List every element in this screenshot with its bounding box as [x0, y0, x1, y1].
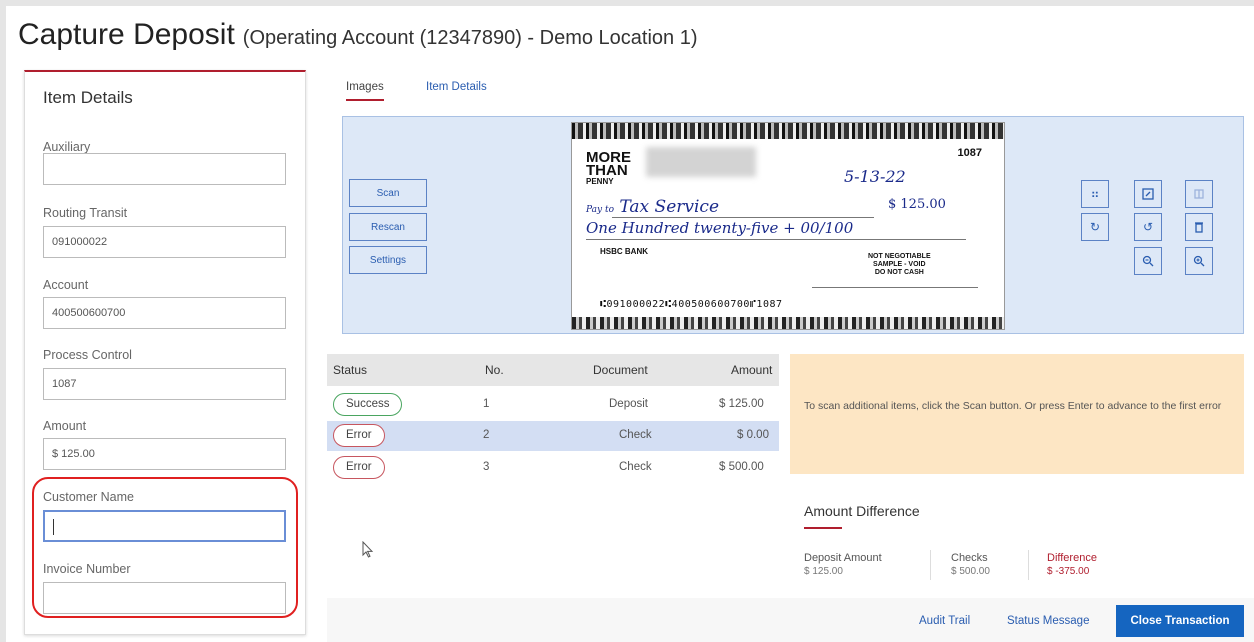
checks-value: $ 500.00 [951, 566, 990, 577]
check-scan-noise-top [572, 123, 1004, 139]
audit-trail-link[interactable]: Audit Trail [919, 615, 970, 627]
amount-input[interactable]: $ 125.00 [43, 438, 286, 470]
status-message-box: To scan additional items, click the Scan… [790, 354, 1244, 474]
deposit-amount-summary: Deposit Amount $ 125.00 [804, 552, 882, 578]
auxiliary-input[interactable] [43, 153, 286, 185]
row-document: Check [619, 461, 652, 473]
check-void-stamp: NOT NEGOTIABLE SAMPLE - VOID DO NOT CASH [868, 253, 931, 277]
status-badge: Success [333, 393, 403, 416]
item-details-heading: Item Details [43, 88, 133, 107]
auxiliary-label: Auxiliary [43, 140, 91, 154]
expand-icon[interactable] [1134, 180, 1162, 208]
check-amount: $ 125.00 [888, 197, 946, 212]
col-no: No. [485, 363, 504, 377]
col-status: Status [333, 363, 368, 377]
row-number: 2 [483, 429, 490, 441]
tab-images[interactable]: Images [346, 81, 384, 101]
difference-value: $ -375.00 [1047, 566, 1090, 577]
col-document: Document [593, 363, 648, 377]
check-logo: MORE THAN PENNY [586, 149, 631, 186]
row-number: 3 [483, 461, 490, 473]
check-amount-words: One Hundred twenty-five + 00/100 [586, 219, 854, 237]
checks-label: Checks [951, 552, 988, 564]
delete-icon[interactable] [1185, 213, 1213, 241]
void-line-2: SAMPLE - VOID [873, 261, 926, 268]
fit-icon[interactable]: ⠶ [1081, 180, 1109, 208]
table-row[interactable]: Error 2 Check $ 0.00 [327, 421, 779, 451]
rotate-right-icon[interactable]: ↻ [1081, 213, 1109, 241]
table-row[interactable]: Error 3 Check $ 500.00 [327, 453, 779, 483]
rotate-left-icon[interactable]: ↺ [1134, 213, 1162, 241]
rescan-button[interactable]: Rescan [349, 213, 427, 241]
check-bank-name: HSBC BANK [600, 247, 648, 256]
table-row[interactable]: Success 1 Deposit $ 125.00 [327, 390, 779, 420]
difference-label: Difference [1047, 552, 1097, 564]
check-image: MORE THAN PENNY 1087 5-13-22 Pay to Tax … [571, 122, 1005, 330]
check-micr-line: ⑆091000022⑆400500600700⑈1087 [600, 299, 783, 310]
row-amount: $ 0.00 [737, 429, 769, 441]
check-pay-to-prefix: Pay to [586, 205, 614, 215]
row-amount: $ 500.00 [719, 461, 764, 473]
status-badge: Error [333, 456, 385, 479]
void-line-1: NOT NEGOTIABLE [868, 253, 931, 260]
deposit-amount-value: $ 125.00 [804, 566, 843, 577]
items-table-header: Status No. Document Amount [327, 354, 779, 386]
check-payee-line [612, 217, 874, 218]
amount-difference-title: Amount Difference [804, 503, 920, 519]
page-subtitle: (Operating Account (12347890) - Demo Loc… [242, 27, 698, 49]
row-amount: $ 125.00 [719, 398, 764, 410]
void-line-3: DO NOT CASH [874, 269, 924, 276]
footer-bar [327, 598, 1254, 642]
tab-item-details[interactable]: Item Details [426, 81, 487, 93]
scanner-area: Scan Rescan Settings MORE THAN PENNY 108… [342, 116, 1244, 334]
page-title: Capture Deposit (Operating Account (12347… [18, 18, 698, 52]
difference-summary: Difference $ -375.00 [1047, 552, 1097, 578]
process-control-label: Process Control [43, 348, 132, 362]
row-number: 1 [483, 398, 490, 410]
zoom-out-icon[interactable] [1134, 247, 1162, 275]
routing-transit-input[interactable]: 091000022 [43, 226, 286, 258]
check-redacted-area [646, 147, 756, 177]
summary-divider [1028, 550, 1029, 580]
page-title-main: Capture Deposit [18, 18, 235, 51]
check-payee-name: Tax Service [619, 197, 720, 217]
check-scan-noise-bottom [572, 317, 1004, 329]
row-document: Deposit [609, 398, 648, 410]
settings-button[interactable]: Settings [349, 246, 427, 274]
amount-difference-underline [804, 527, 842, 529]
check-number: 1087 [957, 147, 982, 159]
amount-label: Amount [43, 419, 87, 433]
account-label: Account [43, 278, 89, 292]
process-control-input[interactable]: 1087 [43, 368, 286, 400]
status-badge: Error [333, 424, 385, 447]
summary-divider [930, 550, 931, 580]
mouse-cursor-icon [362, 541, 374, 558]
zoom-in-icon[interactable] [1185, 247, 1213, 275]
highlight-annotation-ring [32, 477, 298, 618]
row-document: Check [619, 429, 652, 441]
deposit-amount-label: Deposit Amount [804, 552, 882, 564]
check-logo-text: MORE THAN [586, 149, 631, 179]
close-transaction-button[interactable]: Close Transaction [1116, 605, 1244, 637]
status-message-link[interactable]: Status Message [1007, 615, 1089, 627]
check-date: 5-13-22 [844, 167, 906, 186]
account-input[interactable]: 400500600700 [43, 297, 286, 329]
check-signature-line [812, 287, 978, 288]
check-words-line [586, 239, 966, 240]
routing-transit-label: Routing Transit [43, 206, 128, 220]
scan-button[interactable]: Scan [349, 179, 427, 207]
check-payee: Pay to Tax Service [586, 197, 719, 217]
split-icon[interactable] [1185, 180, 1213, 208]
col-amount: Amount [731, 363, 773, 377]
checks-summary: Checks $ 500.00 [951, 552, 990, 578]
